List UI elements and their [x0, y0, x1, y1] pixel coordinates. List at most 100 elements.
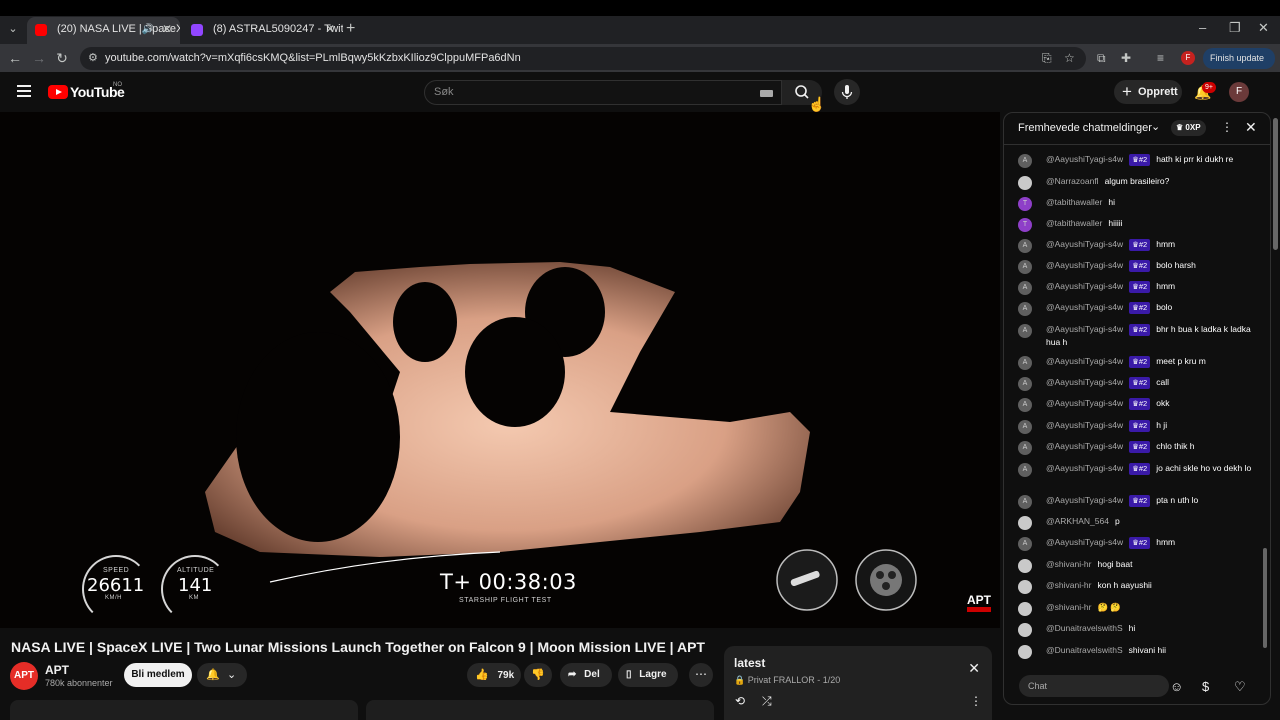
dislike-button[interactable]: 👎 — [524, 663, 552, 687]
chat-more-icon[interactable]: ⋮ — [1221, 120, 1233, 134]
chat-author-name[interactable]: @DunaitravelswithS — [1046, 623, 1123, 633]
chat-author-avatar[interactable]: T — [1018, 197, 1032, 211]
chat-author-avatar[interactable] — [1018, 602, 1032, 616]
chat-author-name[interactable]: @shivani-hr — [1046, 559, 1091, 569]
save-button[interactable]: ▯ Lagre — [618, 663, 678, 687]
channel-name[interactable]: APT — [45, 663, 69, 677]
chat-author-name[interactable]: @Narrazoanfl — [1046, 176, 1099, 186]
chat-author-avatar[interactable]: A — [1018, 537, 1032, 551]
tab-close-icon[interactable]: ✕ — [162, 17, 172, 42]
page-scrollbar[interactable] — [1273, 112, 1278, 720]
related-video-strip[interactable] — [366, 700, 714, 720]
chat-message[interactable]: @DunaitravelswithS hi — [1018, 622, 1258, 637]
chat-message[interactable]: A @AayushiTyagi-s4w ♛#2 meet p kru m — [1018, 355, 1258, 370]
chat-author-name[interactable]: @AayushiTyagi-s4w — [1046, 239, 1123, 249]
like-button[interactable]: 👍 79k — [467, 663, 521, 687]
tab-twitch[interactable]: (8) ASTRAL5090247 - Twitch ✕ — [183, 17, 343, 44]
chat-author-avatar[interactable]: A — [1018, 463, 1032, 477]
chat-input[interactable]: Chat — [1019, 675, 1169, 697]
chat-message[interactable]: @Narrazoanfl algum brasileiro? — [1018, 175, 1258, 190]
chat-author-name[interactable]: @tabithawaller — [1046, 218, 1102, 228]
heart-icon[interactable]: ♡ — [1234, 679, 1246, 695]
chat-author-avatar[interactable]: A — [1018, 154, 1032, 168]
chat-author-avatar[interactable]: A — [1018, 495, 1032, 509]
restore-icon[interactable]: ❐ — [1229, 20, 1241, 36]
chat-message[interactable]: A @AayushiTyagi-s4w ♛#2 bolo harsh — [1018, 259, 1258, 274]
chat-author-avatar[interactable]: A — [1018, 281, 1032, 295]
chat-message[interactable]: @shivani-hr kon h aayushii — [1018, 579, 1258, 594]
chat-mode-label[interactable]: Fremhevede chatmeldinger — [1018, 122, 1152, 134]
chat-author-name[interactable]: @AayushiTyagi-s4w — [1046, 463, 1123, 473]
page-scroll-thumb[interactable] — [1273, 118, 1278, 250]
playlist-more-icon[interactable]: ⋮ — [970, 694, 982, 708]
chat-author-name[interactable]: @DunaitravelswithS — [1046, 645, 1123, 655]
chat-author-avatar[interactable]: A — [1018, 324, 1032, 338]
profile-avatar[interactable]: F — [1181, 51, 1195, 65]
chat-message[interactable]: A @AayushiTyagi-s4w ♛#2 okk — [1018, 397, 1258, 412]
chat-author-name[interactable]: @shivani-hr — [1046, 602, 1091, 612]
voice-search-button[interactable] — [834, 79, 860, 105]
chat-author-avatar[interactable] — [1018, 645, 1032, 659]
chat-author-avatar[interactable]: A — [1018, 377, 1032, 391]
new-tab-button[interactable]: + — [346, 20, 355, 38]
chat-message[interactable]: T @tabithawaller hi — [1018, 196, 1258, 211]
chat-message[interactable]: A @AayushiTyagi-s4w ♛#2 pta n uth lo — [1018, 494, 1258, 509]
minimize-icon[interactable]: – — [1199, 20, 1206, 35]
chat-author-name[interactable]: @AayushiTyagi-s4w — [1046, 154, 1123, 164]
chevron-down-icon[interactable]: ⌄ — [1151, 120, 1160, 133]
chat-author-name[interactable]: @AayushiTyagi-s4w — [1046, 441, 1123, 451]
chat-author-avatar[interactable]: T — [1018, 218, 1032, 232]
video-player[interactable]: SPEED 26611 KM/H ALTITUDE 141 KM T+ 00:3… — [0, 112, 1000, 628]
chat-message[interactable]: A @AayushiTyagi-s4w ♛#2 h ji — [1018, 419, 1258, 434]
tab-close-icon[interactable]: ✕ — [325, 17, 335, 42]
back-arrow-icon[interactable]: ← — [6, 50, 24, 66]
search-input[interactable]: Søk — [424, 80, 782, 105]
chat-scrollbar[interactable] — [1263, 148, 1267, 658]
chat-message[interactable]: A @AayushiTyagi-s4w ♛#2 bolo — [1018, 301, 1258, 316]
playlist-close-icon[interactable]: ✕ — [968, 660, 980, 677]
chat-author-avatar[interactable] — [1018, 580, 1032, 594]
chat-author-avatar[interactable] — [1018, 559, 1032, 573]
chat-author-avatar[interactable]: A — [1018, 302, 1032, 316]
chat-message[interactable]: @shivani-hr hogi baat — [1018, 558, 1258, 573]
chat-author-avatar[interactable]: A — [1018, 441, 1032, 455]
address-bar[interactable]: ⚙ youtube.com/watch?v=mXqfi6csKMQ&list=P… — [80, 47, 1086, 70]
emoji-icon[interactable]: ☺ — [1170, 679, 1183, 694]
share-button[interactable]: ➦ Del — [560, 663, 612, 687]
collections-icon[interactable]: ⧉ — [1097, 51, 1106, 66]
chat-author-name[interactable]: @AayushiTyagi-s4w — [1046, 420, 1123, 430]
chat-author-name[interactable]: @AayushiTyagi-s4w — [1046, 495, 1123, 505]
chat-message[interactable]: A @AayushiTyagi-s4w ♛#2 call — [1018, 376, 1258, 391]
join-button[interactable]: Bli medlem — [124, 663, 192, 687]
chat-author-name[interactable]: @AayushiTyagi-s4w — [1046, 302, 1123, 312]
super-chat-icon[interactable]: $ — [1202, 679, 1209, 694]
youtube-logo-icon[interactable] — [48, 85, 68, 99]
tab-youtube[interactable]: (20) NASA LIVE | SpaceX LIV 🔊 ✕ — [27, 17, 180, 44]
site-info-icon[interactable]: ⚙ — [88, 51, 98, 64]
bookmark-star-icon[interactable]: ☆ — [1064, 51, 1075, 65]
media-controls-icon[interactable]: ≡ — [1157, 51, 1164, 65]
chat-message[interactable]: @ARKHAN_564 p — [1018, 515, 1258, 530]
audio-playing-icon[interactable]: 🔊 — [142, 17, 154, 42]
channel-avatar[interactable]: APT — [10, 662, 38, 690]
shuffle-icon[interactable]: ⤮ — [762, 694, 772, 709]
chat-author-avatar[interactable]: A — [1018, 398, 1032, 412]
reload-icon[interactable]: ↻ — [53, 50, 71, 66]
forward-arrow-icon[interactable]: → — [30, 50, 48, 66]
chat-author-name[interactable]: @tabithawaller — [1046, 197, 1102, 207]
tab-search-button[interactable]: ⌄ — [4, 20, 22, 38]
chat-author-avatar[interactable]: A — [1018, 260, 1032, 274]
chat-author-name[interactable]: @AayushiTyagi-s4w — [1046, 324, 1123, 334]
chat-message[interactable]: A @AayushiTyagi-s4w ♛#2 chlo thik h — [1018, 440, 1258, 455]
keyboard-icon[interactable] — [760, 90, 773, 97]
chat-author-name[interactable]: @AayushiTyagi-s4w — [1046, 377, 1123, 387]
channel-watermark[interactable]: APT — [967, 593, 991, 612]
account-avatar[interactable]: F — [1229, 82, 1249, 102]
chat-message[interactable]: A @AayushiTyagi-s4w ♛#2 jo achi skle ho vo … — [1018, 462, 1258, 477]
chat-message[interactable]: A @AayushiTyagi-s4w ♛#2 hmm — [1018, 536, 1258, 551]
chat-close-icon[interactable]: ✕ — [1245, 119, 1257, 136]
chat-message[interactable]: T @tabithawaller hiiiii — [1018, 217, 1258, 232]
chat-message[interactable]: A @AayushiTyagi-s4w ♛#2 bhr h bua k ladka k… — [1018, 323, 1258, 349]
xp-badge[interactable]: ♛ 0XP — [1171, 120, 1206, 136]
chat-message[interactable]: @DunaitravelswithS shivani hii — [1018, 644, 1258, 659]
